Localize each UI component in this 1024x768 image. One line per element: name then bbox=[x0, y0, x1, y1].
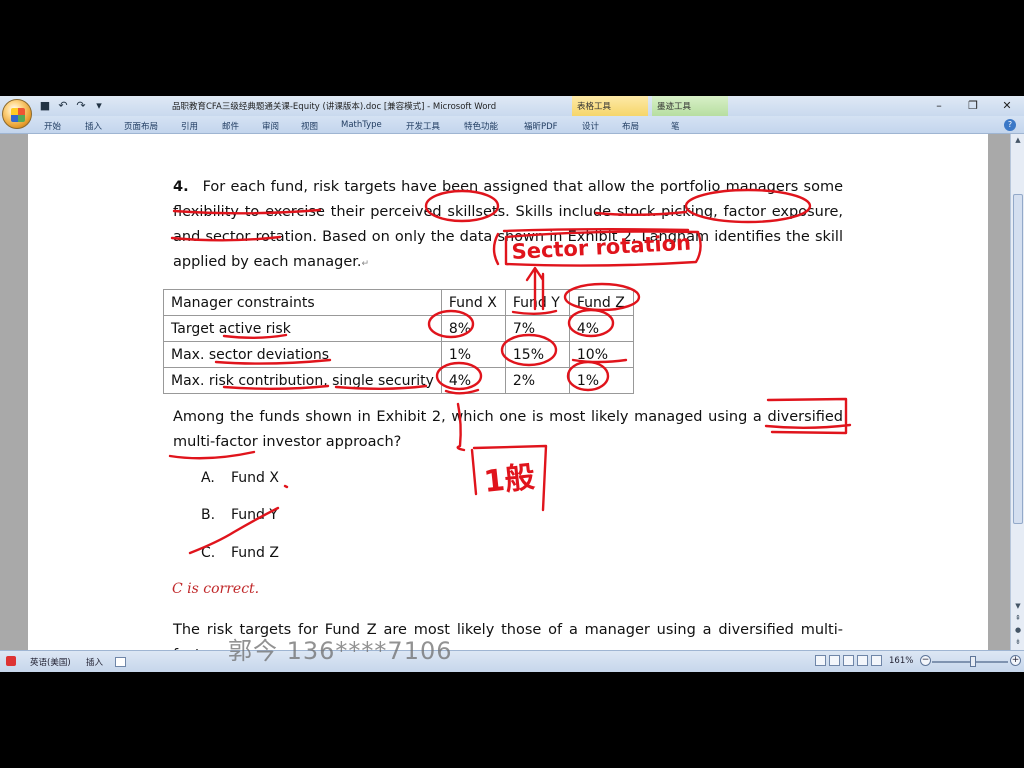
prompt-paragraph: Among the funds shown in Exhibit 2, whic… bbox=[173, 405, 843, 455]
table-row: Max. sector deviations 1% 15% 10% bbox=[163, 341, 634, 368]
zoom-in-icon[interactable]: + bbox=[1010, 655, 1021, 666]
tab-mathtype[interactable]: MathType bbox=[341, 120, 382, 130]
undo-icon[interactable]: ↶ bbox=[56, 99, 70, 113]
zoom-level[interactable]: 161% bbox=[889, 656, 913, 666]
context-ink-tools[interactable]: 墨迹工具 bbox=[652, 96, 728, 116]
spellcheck-icon[interactable] bbox=[6, 656, 16, 666]
option-text: Fund X bbox=[231, 470, 279, 486]
document-page[interactable]: 4. For each fund, risk targets have been … bbox=[28, 134, 988, 650]
prompt-text: Among the funds shown in Exhibit 2, whic… bbox=[173, 409, 843, 450]
view-buttons bbox=[815, 655, 882, 666]
macro-record-icon[interactable] bbox=[115, 657, 126, 667]
status-language[interactable]: 英语(美国) bbox=[30, 656, 71, 668]
table-cell[interactable]: 1% bbox=[440, 341, 506, 368]
close-button[interactable]: ✕ bbox=[990, 96, 1024, 116]
restore-button[interactable]: ❐ bbox=[956, 96, 990, 116]
option-c[interactable]: C. Fund Z bbox=[201, 545, 279, 561]
help-icon[interactable]: ? bbox=[1004, 119, 1016, 131]
browse-object-icon[interactable]: ● bbox=[1011, 624, 1024, 636]
scroll-up-icon[interactable]: ▲ bbox=[1011, 134, 1024, 146]
title-bar: ■ ↶ ↷ ▾ 品职教育CFA三级经典题通关课-Equity (讲课版本).do… bbox=[0, 96, 1024, 116]
table-cell[interactable]: Target active risk bbox=[163, 315, 442, 342]
tab-home[interactable]: 开始 bbox=[44, 120, 61, 132]
window-controls: – ❐ ✕ bbox=[922, 96, 1024, 116]
page-nav-controls: ▼ ⇞ ● ⇟ bbox=[1011, 600, 1024, 648]
table-cell[interactable]: 2% bbox=[504, 367, 570, 394]
table-row: Target active risk 8% 7% 4% bbox=[163, 315, 634, 342]
word-window: ■ ↶ ↷ ▾ 品职教育CFA三级经典题通关课-Equity (讲课版本).do… bbox=[0, 96, 1024, 672]
option-text: Fund Y bbox=[231, 507, 278, 523]
outline-icon[interactable] bbox=[857, 655, 868, 666]
table-cell[interactable]: 1% bbox=[568, 367, 634, 394]
full-screen-reading-icon[interactable] bbox=[829, 655, 840, 666]
table-cell[interactable]: 8% bbox=[440, 315, 506, 342]
office-logo-icon bbox=[11, 108, 25, 122]
tab-layout[interactable]: 布局 bbox=[622, 120, 639, 132]
prev-page-icon[interactable]: ⇞ bbox=[1011, 612, 1024, 624]
table-cell[interactable]: Max. sector deviations bbox=[163, 341, 442, 368]
tab-insert[interactable]: 插入 bbox=[85, 120, 102, 132]
tab-mailings[interactable]: 邮件 bbox=[222, 120, 239, 132]
question-paragraph: 4. For each fund, risk targets have been … bbox=[173, 175, 843, 277]
table-header-cell[interactable]: Fund Y bbox=[504, 289, 570, 316]
ink-note-box bbox=[470, 444, 548, 512]
window-title: 品职教育CFA三级经典题通关课-Equity (讲课版本).doc [兼容模式]… bbox=[172, 102, 497, 112]
tab-view[interactable]: 视图 bbox=[301, 120, 318, 132]
table-header-cell[interactable]: Fund Z bbox=[568, 289, 634, 316]
table-header-row: Manager constraints Fund X Fund Y Fund Z bbox=[163, 289, 634, 316]
constraints-table: Manager constraints Fund X Fund Y Fund Z… bbox=[163, 289, 634, 394]
table-cell[interactable]: 15% bbox=[504, 341, 570, 368]
next-page-icon[interactable]: ⇟ bbox=[1011, 636, 1024, 648]
print-layout-icon[interactable] bbox=[815, 655, 826, 666]
answer-text: C is correct. bbox=[172, 581, 260, 597]
office-button[interactable] bbox=[2, 99, 32, 129]
watermark: 郭今 136****7106 bbox=[228, 637, 453, 665]
web-layout-icon[interactable] bbox=[843, 655, 854, 666]
tab-page-layout[interactable]: 页面布局 bbox=[124, 120, 158, 132]
table-row: Max. risk contribution, single security … bbox=[163, 367, 634, 394]
option-a[interactable]: A. Fund X bbox=[201, 470, 279, 486]
ink-dot bbox=[283, 484, 289, 489]
customize-qat-icon[interactable]: ▾ bbox=[92, 99, 106, 113]
question-text: For each fund, risk targets have been as… bbox=[173, 179, 843, 270]
paragraph-mark: ↵ bbox=[361, 259, 370, 269]
scroll-thumb[interactable] bbox=[1013, 194, 1023, 524]
status-insert-mode[interactable]: 插入 bbox=[86, 656, 103, 668]
tab-special[interactable]: 特色功能 bbox=[464, 120, 498, 132]
tab-design[interactable]: 设计 bbox=[582, 120, 599, 132]
question-number: 4. bbox=[173, 179, 189, 195]
ink-note-text: 1般 bbox=[482, 460, 536, 500]
vertical-scrollbar[interactable]: ▲ ▼ ⇞ ● ⇟ bbox=[1010, 134, 1024, 650]
tab-references[interactable]: 引用 bbox=[181, 120, 198, 132]
zoom-out-icon[interactable]: − bbox=[920, 655, 931, 666]
option-letter: C. bbox=[201, 545, 216, 561]
table-header-cell[interactable]: Manager constraints bbox=[163, 289, 442, 316]
table-cell[interactable]: Max. risk contribution, single security bbox=[163, 367, 442, 394]
option-letter: A. bbox=[201, 470, 215, 486]
draft-icon[interactable] bbox=[871, 655, 882, 666]
option-b[interactable]: B. Fund Y bbox=[201, 507, 278, 523]
table-header-cell[interactable]: Fund X bbox=[440, 289, 506, 316]
tab-pen[interactable]: 笔 bbox=[671, 120, 680, 132]
save-icon[interactable]: ■ bbox=[38, 99, 52, 113]
context-table-tools[interactable]: 表格工具 bbox=[572, 96, 648, 116]
table-cell[interactable]: 4% bbox=[440, 367, 506, 394]
redo-icon[interactable]: ↷ bbox=[74, 99, 88, 113]
table-cell[interactable]: 7% bbox=[504, 315, 570, 342]
scroll-down-icon[interactable]: ▼ bbox=[1011, 600, 1024, 612]
contextual-tab-groups: 表格工具 墨迹工具 bbox=[572, 96, 728, 116]
option-text: Fund Z bbox=[231, 545, 279, 561]
ribbon-tabs: 开始 插入 页面布局 引用 邮件 审阅 视图 MathType 开发工具 特色功… bbox=[0, 116, 1024, 134]
option-letter: B. bbox=[201, 507, 216, 523]
minimize-button[interactable]: – bbox=[922, 96, 956, 116]
tab-review[interactable]: 审阅 bbox=[262, 120, 279, 132]
table-cell[interactable]: 10% bbox=[568, 341, 634, 368]
table-cell[interactable]: 4% bbox=[568, 315, 634, 342]
tab-foxit-pdf[interactable]: 福昕PDF bbox=[524, 120, 558, 132]
zoom-slider-knob[interactable] bbox=[970, 656, 976, 667]
status-bar: 英语(美国) 插入 161% − + bbox=[0, 650, 1024, 672]
quick-access-toolbar: ■ ↶ ↷ ▾ bbox=[38, 99, 106, 113]
document-area: 4. For each fund, risk targets have been … bbox=[0, 134, 1024, 650]
tab-developer[interactable]: 开发工具 bbox=[406, 120, 440, 132]
